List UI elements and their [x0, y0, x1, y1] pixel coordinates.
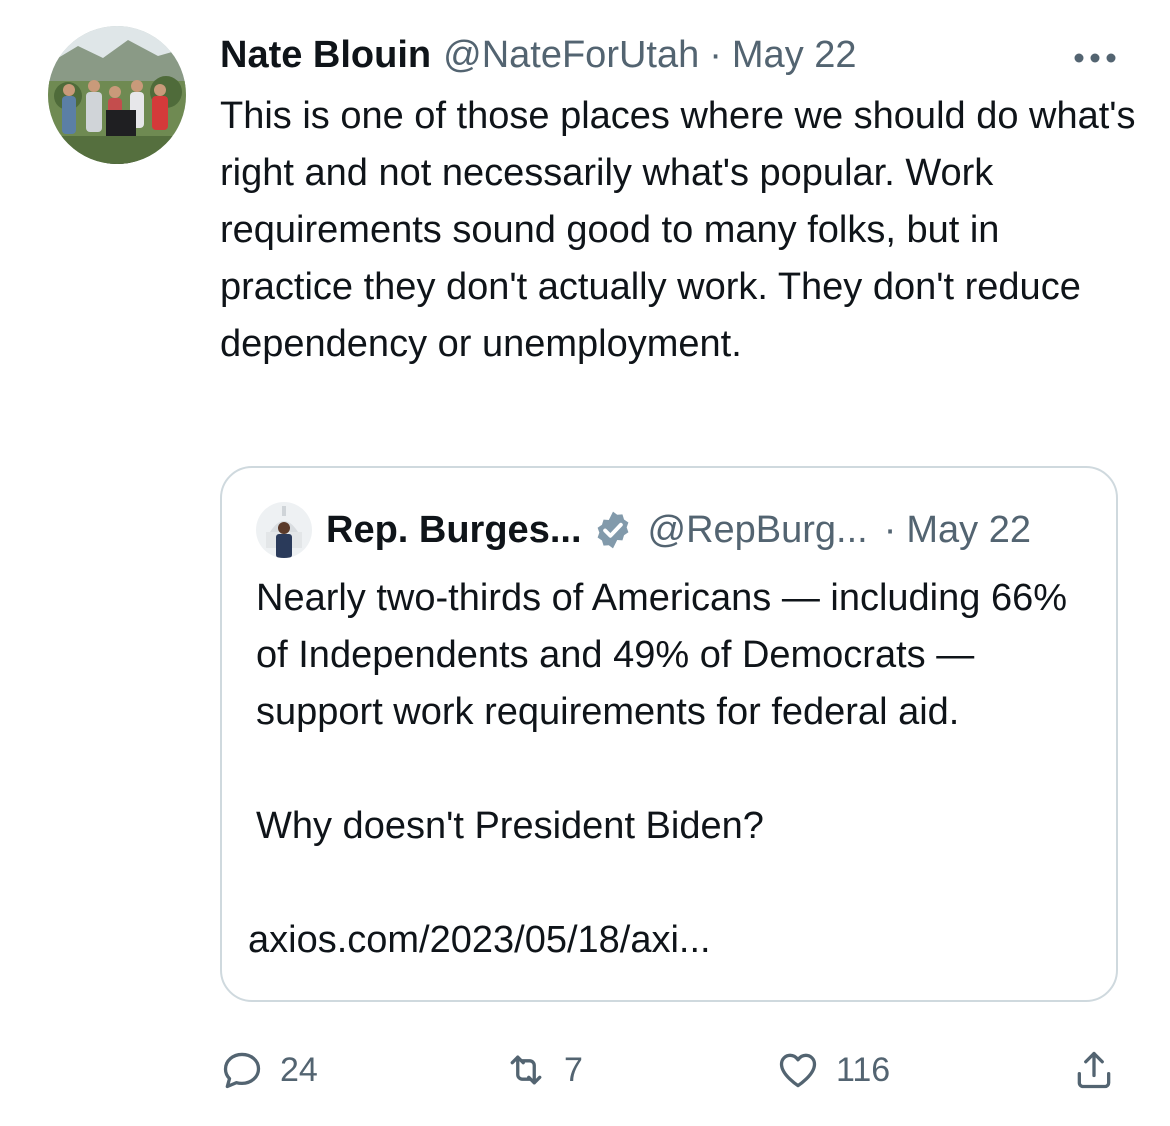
- tweet-text: This is one of those places where we sho…: [220, 95, 1136, 365]
- quoted-date[interactable]: May 22: [906, 509, 1031, 552]
- like-count: 116: [836, 1050, 891, 1089]
- share-icon: [1077, 1051, 1111, 1089]
- more-icon: [1074, 53, 1116, 63]
- like-button[interactable]: 116: [776, 1040, 890, 1100]
- action-bar: 24 7 116: [0, 1040, 1170, 1100]
- retweet-icon: [510, 1055, 542, 1085]
- quoted-author-name[interactable]: Rep. Burges...: [326, 509, 582, 552]
- retweet-button[interactable]: 7: [504, 1040, 583, 1100]
- quoted-author-avatar[interactable]: [256, 502, 312, 558]
- quoted-avatar-photo: [256, 502, 312, 558]
- quoted-link[interactable]: axios.com/2023/05/18/axi...: [248, 912, 711, 969]
- author-avatar[interactable]: [48, 26, 186, 164]
- quoted-text: Nearly two-thirds of Americans — includi…: [256, 570, 1096, 855]
- avatar-photo: [48, 26, 186, 164]
- heart-icon: [779, 1053, 817, 1088]
- reply-button[interactable]: 24: [220, 1040, 318, 1100]
- tweet-header: Nate Blouin @NateForUtah · May 22: [220, 30, 857, 80]
- share-button[interactable]: [1072, 1040, 1116, 1100]
- separator-dot: ·: [709, 33, 722, 76]
- more-options-button[interactable]: [1070, 38, 1120, 78]
- author-handle[interactable]: @NateForUtah: [443, 34, 699, 77]
- reply-count: 24: [280, 1050, 318, 1089]
- retweet-count: 7: [564, 1050, 583, 1089]
- tweet-date[interactable]: May 22: [732, 34, 857, 77]
- quoted-paragraph-2: Why doesn't President Biden?: [256, 805, 764, 847]
- reply-icon: [223, 1052, 261, 1089]
- quoted-author-handle[interactable]: @RepBurg...: [648, 509, 868, 552]
- verified-badge-icon: [597, 511, 628, 549]
- quoted-tweet-card[interactable]: Rep. Burges... @RepBurg... · May 22 Near…: [220, 466, 1118, 1002]
- author-name[interactable]: Nate Blouin: [220, 34, 431, 77]
- quoted-paragraph-1: Nearly two-thirds of Americans — includi…: [256, 577, 1068, 733]
- quoted-header: Rep. Burges... @RepBurg... · May 22: [326, 504, 1031, 556]
- quoted-separator-dot: ·: [883, 508, 897, 551]
